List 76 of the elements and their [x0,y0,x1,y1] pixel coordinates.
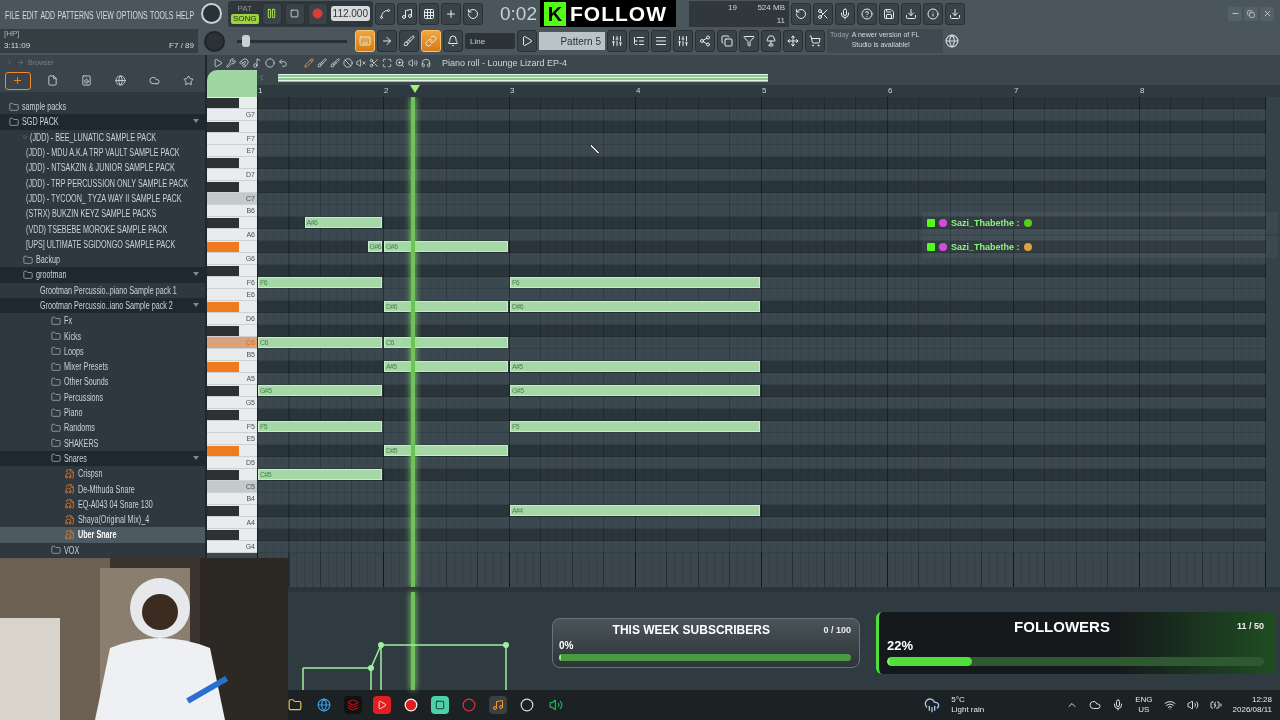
memory-reading: 524 MB [757,2,785,12]
snap-dropdown[interactable]: Line [465,33,515,49]
logo: K [544,1,566,26]
browser-item[interactable]: EQ-A043 04 Snare 130 [0,496,205,512]
browser-item[interactable]: Randoms [0,420,205,436]
cpu-reading: 11 [776,15,785,25]
clock-time[interactable]: 12:28 [1251,695,1272,705]
browser-item[interactable]: Crispsn [0,466,205,482]
menu-item[interactable]: OPTIONS [116,8,148,21]
mode-toggle[interactable]: PAT [235,3,254,14]
weather-temperature: 5°C [951,695,965,705]
browser-item[interactable]: (JDD) - BEE_LUNATIC SAMPLE PACK [0,129,205,145]
widget-title: FOLLOWERS [1013,617,1111,635]
browser-item[interactable]: grootman [0,267,205,283]
browser-item[interactable]: SGD PACK [0,114,205,130]
language-indicator[interactable]: ENG [1135,695,1153,705]
browser-item[interactable]: Shaya(Original Mix)_4 [0,512,205,528]
piano-roll-title: Piano roll - Lounge Lizard EP-4 [442,57,568,68]
browser-item[interactable]: Percussions [0,389,205,405]
browser-item[interactable]: (JDD) - TRP PERCUSSION ONLY SAMPLE PACK [0,175,205,191]
browser-item[interactable]: Snares [0,450,205,467]
browser-item[interactable]: Grootman Percussio..iano Sample pack 2 [0,297,205,314]
menu-item[interactable]: TOOLS [150,8,174,21]
menu-item[interactable]: ADD [40,8,56,21]
bar-number: 7 [1014,85,1019,96]
browser-item[interactable]: Kicks [0,328,205,344]
browser-item[interactable]: De-Mthuda Snare [0,481,205,497]
browser-item[interactable]: Backup [0,251,205,268]
song-time: 0:02 [499,2,537,25]
hint-value: 3:11:09 [4,41,32,52]
tempo-field[interactable]: 112.000 [330,6,370,21]
hint-info: F7 / 89 [169,41,194,52]
pattern-selector[interactable]: Pattern 5 [539,32,605,50]
browser-item[interactable]: (JDD) - NTSAKZIN & JUNIOR SAMPLE PACK [0,160,205,176]
polyphony-reading: 19 [728,2,737,12]
browser-item[interactable]: (VDD) TSEBEBE MOROKE SAMPLE PACK [0,221,205,237]
browser-item[interactable]: Fx [0,313,205,329]
browser-item[interactable]: [UPS] ULTIMATE SGIDONGO SAMPLE PACK [0,236,205,252]
clock-date[interactable]: 2026/08/11 [1232,705,1272,715]
menu-item[interactable]: HELP [175,8,195,21]
widget-percent: 22% [887,638,915,654]
bar-number: 4 [636,85,641,96]
browser-item[interactable]: Uber Snare [0,527,205,543]
widget-title: THIS WEEK SUBSCRIBERS [611,623,771,638]
browser-item[interactable]: Grootman Percussio..piano Sample pack 1 [0,282,205,298]
menu-item[interactable]: PATTERNS [57,8,94,21]
bar-number: 5 [762,85,767,96]
chat-username: Sazi_Thabethe : [951,218,1020,228]
time-ruler[interactable]: 1 2 3 4 5 6 7 8 [257,85,1280,97]
bar-number: 3 [510,85,515,96]
browser-item[interactable]: VOX [0,542,205,558]
browser-item[interactable]: Loops [0,343,205,360]
bar-number: 1 [258,85,263,96]
browser-item[interactable]: Piano [0,404,205,421]
region-indicator[interactable]: US [1138,705,1150,715]
bar-number: 2 [384,85,389,96]
browser-item[interactable]: (STRX) BUKZIN KEYZ SAMPLE PACKS [0,206,205,222]
widget-count: 0 / 100 [823,625,851,636]
hint-title: [HP] [4,29,21,40]
menu-item[interactable]: VIEW [96,8,114,21]
mode-toggle[interactable]: SONG [231,13,259,24]
browser-item[interactable]: (JDD) - MDU A.K.A TRP VAULT SAMPLE PACK [0,144,205,161]
browser-item[interactable]: (JDD) - TYCOON_ TYZA WAY II SAMPLE PACK [0,190,205,207]
browser-item[interactable]: SHAKERS [0,435,205,451]
browser-item[interactable]: Mixer Presets [0,359,205,375]
weather-text: Light rain [951,705,985,715]
bar-number: 8 [1140,85,1145,96]
widget-percent: 0% [559,640,575,651]
menu-item[interactable]: EDIT [22,8,38,21]
chat-username: Sazi_Thabethe : [951,242,1020,252]
bar-number: 6 [888,85,893,96]
browser-item[interactable]: Other Sounds [0,374,205,390]
widget-count: 11 / 50 [1236,621,1264,632]
browser-item[interactable]: sample packs [0,99,205,115]
menu-item[interactable]: FILE [5,8,20,21]
follow-text: FOLLOW [570,1,667,26]
